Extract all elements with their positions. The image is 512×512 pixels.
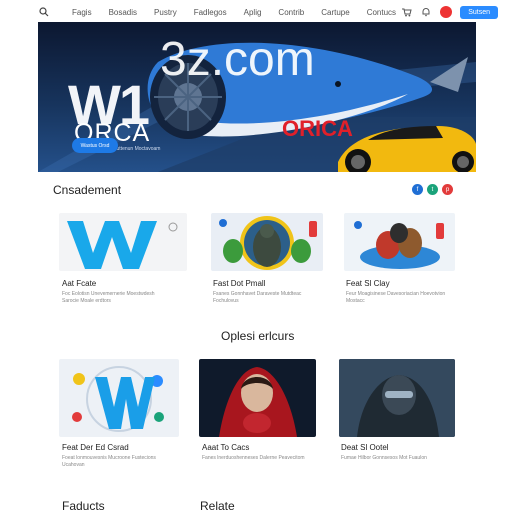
search-icon[interactable]: [38, 6, 50, 18]
nav-link[interactable]: Fadlegos: [194, 8, 227, 17]
bell-icon[interactable]: [420, 6, 432, 18]
card-thumbnail: [59, 213, 187, 271]
card-title: Deat Sl Ootel: [341, 443, 389, 452]
card-title: Feat Der Ed Csrad: [62, 443, 129, 452]
nav-link[interactable]: Bosadis: [109, 8, 137, 17]
nav-link[interactable]: Cartupe: [321, 8, 349, 17]
card-description: Fanes lnerduoshenneses Dalerne Peavecito…: [202, 455, 305, 461]
section-title-recommend: Oplesi erlcurs: [221, 329, 295, 343]
featured-card[interactable]: Fast Dot Pmall Fsanes Gonnhavet Daravest…: [211, 213, 323, 313]
featured-card[interactable]: Feat Sl Clay Feur Moagisinese Davesoriac…: [344, 213, 455, 313]
card-thumbnail: [344, 213, 455, 271]
nav-link[interactable]: Fagis: [72, 8, 92, 17]
share-buttons: f t p: [412, 184, 453, 195]
nav-link[interactable]: Contrib: [278, 8, 304, 17]
card-thumbnail: [339, 359, 455, 437]
card-thumbnail: [211, 213, 323, 271]
card-thumbnail: [199, 359, 316, 437]
recommend-card[interactable]: Deat Sl Ootel Fumae Hilbor Gonnsesos Mot…: [339, 359, 455, 479]
cart-icon[interactable]: [400, 6, 412, 18]
card-description: Foc Eolotisn Unevemernerie Moestwdesh Sa…: [62, 291, 155, 304]
card-description: Foeat lonmouvesnis Mucroone Fustecions U…: [62, 455, 156, 468]
recommend-card[interactable]: Aaat To Cacs Fanes lnerduoshenneses Dale…: [199, 359, 316, 479]
featured-card[interactable]: Aat Fcate Foc Eolotisn Unevemernerie Moe…: [59, 213, 187, 313]
footer-heading-products: Faducts: [62, 499, 105, 512]
hero-cta-button[interactable]: Wastus Orsd: [72, 138, 118, 153]
nav-link[interactable]: Aplig: [244, 8, 262, 17]
card-title: Feat Sl Clay: [346, 279, 390, 288]
hero-red-brand: ORICA: [282, 116, 353, 141]
section-title-featured: Cnsadement: [53, 183, 122, 197]
footer-heading-related: Relate: [200, 499, 235, 512]
nav-link[interactable]: Pustry: [154, 8, 177, 17]
share-icon[interactable]: t: [427, 184, 438, 195]
card-title: Aaat To Cacs: [202, 443, 250, 452]
recommend-card[interactable]: Feat Der Ed Csrad Foeat lonmouvesnis Muc…: [59, 359, 179, 479]
nav-actions: Sutsen: [400, 5, 498, 19]
card-title: Aat Fcate: [62, 279, 97, 288]
card-description: Fumae Hilbor Gonnsesos Mot Fuaulon: [341, 455, 427, 461]
card-title: Fast Dot Pmall: [213, 279, 266, 288]
share-icon[interactable]: p: [442, 184, 453, 195]
nav-links: Fagis Bosadis Pustry Fadlegos Aplig Cont…: [72, 8, 396, 17]
nav-link[interactable]: Contucs: [367, 8, 396, 17]
avatar[interactable]: [440, 6, 453, 18]
watermark-text: 3z.com: [160, 33, 315, 86]
card-description: Fsanes Gonnhavet Daraveste Mutdteac Foch…: [213, 291, 302, 304]
hero-banner[interactable]: 3z.com W1 ORCA Fau Eartvorovoum uttenun …: [38, 22, 476, 172]
top-nav: Fagis Bosadis Pustry Fadlegos Aplig Cont…: [0, 0, 512, 24]
card-description: Feur Moagisinese Davesoriacian Hoevotvio…: [346, 291, 446, 304]
user-button[interactable]: Sutsen: [460, 5, 498, 19]
share-icon[interactable]: f: [412, 184, 423, 195]
card-thumbnail: [59, 359, 179, 437]
